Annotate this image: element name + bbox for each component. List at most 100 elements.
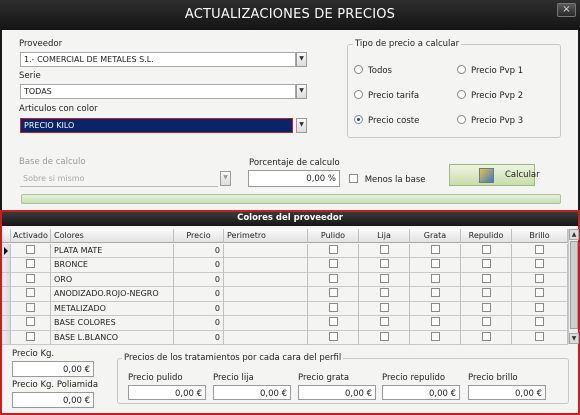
col-brillo-checkbox[interactable] <box>512 287 568 302</box>
row-selector[interactable] <box>2 330 11 345</box>
column-header[interactable]: Brillo <box>512 229 568 243</box>
col-pulido-checkbox[interactable] <box>308 287 359 302</box>
column-header[interactable]: Repulido <box>461 229 512 243</box>
radio-todos[interactable]: Todos <box>354 65 392 76</box>
col-brillo-checkbox[interactable] <box>512 258 568 273</box>
col-colores-cell[interactable]: BRONCE <box>51 258 174 273</box>
col-grata-checkbox[interactable] <box>410 301 461 316</box>
chevron-down-icon[interactable]: ▼ <box>296 52 307 67</box>
col-lija-checkbox[interactable] <box>359 287 410 302</box>
col-repulido-checkbox[interactable] <box>461 330 512 345</box>
scroll-thumb[interactable] <box>570 241 578 329</box>
row-selector[interactable] <box>2 301 11 316</box>
col-pulido-checkbox[interactable] <box>308 316 359 331</box>
col-colores-cell[interactable]: PLATA MATE <box>51 243 174 258</box>
col-repulido-checkbox[interactable] <box>461 243 512 258</box>
col-activado-checkbox[interactable] <box>11 316 51 331</box>
col-perimetro-cell[interactable] <box>224 243 308 258</box>
row-selector[interactable] <box>2 272 11 287</box>
col-precio-cell[interactable]: 0 <box>174 316 224 331</box>
column-header[interactable]: Lija <box>359 229 410 243</box>
col-perimetro-cell[interactable] <box>224 301 308 316</box>
scroll-up-icon[interactable]: ▲ <box>569 229 579 240</box>
porcentaje-input[interactable]: 0,00 % <box>248 170 340 187</box>
col-activado-checkbox[interactable] <box>11 287 51 302</box>
calcular-button[interactable]: Calcular <box>449 164 540 186</box>
col-activado-checkbox[interactable] <box>11 272 51 287</box>
col-brillo-checkbox[interactable] <box>512 330 568 345</box>
col-colores-cell[interactable]: ORO <box>51 272 174 287</box>
col-precio-cell[interactable]: 0 <box>174 287 224 302</box>
col-precio-cell[interactable]: 0 <box>174 330 224 345</box>
column-header[interactable]: Precio <box>174 229 224 243</box>
row-selector[interactable] <box>2 243 11 258</box>
col-repulido-checkbox[interactable] <box>461 301 512 316</box>
precio-repulido-input[interactable]: 0,00 € <box>382 385 460 400</box>
col-brillo-checkbox[interactable] <box>512 301 568 316</box>
col-pulido-checkbox[interactable] <box>308 258 359 273</box>
precio-pulido-input[interactable]: 0,00 € <box>128 385 206 400</box>
row-selector[interactable] <box>2 316 11 331</box>
col-grata-checkbox[interactable] <box>410 287 461 302</box>
column-header[interactable]: Pulido <box>308 229 359 243</box>
col-pulido-checkbox[interactable] <box>308 301 359 316</box>
col-brillo-checkbox[interactable] <box>512 272 568 287</box>
col-colores-cell[interactable]: ANODIZADO.ROJO-NEGRO <box>51 287 174 302</box>
col-brillo-checkbox[interactable] <box>512 316 568 331</box>
base-combo[interactable]: Sobre si mismo ▼ <box>20 171 231 187</box>
col-lija-checkbox[interactable] <box>359 258 410 273</box>
col-repulido-checkbox[interactable] <box>461 272 512 287</box>
col-grata-checkbox[interactable] <box>410 243 461 258</box>
precio-brillo-input[interactable]: 0,00 € <box>468 385 546 400</box>
col-colores-cell[interactable]: BASE COLORES <box>51 316 174 331</box>
chevron-down-icon[interactable]: ▼ <box>296 118 307 133</box>
column-header[interactable]: Perimetro <box>224 229 308 243</box>
col-brillo-checkbox[interactable] <box>512 243 568 258</box>
col-perimetro-cell[interactable] <box>224 258 308 273</box>
col-pulido-checkbox[interactable] <box>308 243 359 258</box>
radio-pvp1[interactable]: Precio Pvp 1 <box>457 65 523 76</box>
col-precio-cell[interactable]: 0 <box>174 272 224 287</box>
proveedor-combo[interactable]: 1.- COMERCIAL DE METALES S.L. ▼ <box>20 52 307 67</box>
precio-kg-input[interactable]: 0,00 € <box>12 361 94 377</box>
radio-pvp2[interactable]: Precio Pvp 2 <box>457 90 523 101</box>
col-lija-checkbox[interactable] <box>359 243 410 258</box>
col-grata-checkbox[interactable] <box>410 330 461 345</box>
menos-base-checkbox[interactable]: Menos la base <box>349 174 426 185</box>
vertical-scrollbar[interactable]: ▲ ▼ <box>568 229 579 344</box>
col-perimetro-cell[interactable] <box>224 316 308 331</box>
close-button[interactable]: × <box>557 3 576 17</box>
col-perimetro-cell[interactable] <box>224 272 308 287</box>
col-repulido-checkbox[interactable] <box>461 316 512 331</box>
column-header[interactable]: Colores <box>51 229 174 243</box>
col-pulido-checkbox[interactable] <box>308 330 359 345</box>
col-perimetro-cell[interactable] <box>224 330 308 345</box>
col-lija-checkbox[interactable] <box>359 330 410 345</box>
col-precio-cell[interactable]: 0 <box>174 243 224 258</box>
radio-coste[interactable]: Precio coste <box>354 115 419 126</box>
col-lija-checkbox[interactable] <box>359 316 410 331</box>
col-repulido-checkbox[interactable] <box>461 258 512 273</box>
precio-grata-input[interactable]: 0,00 € <box>298 385 376 400</box>
precio-lija-input[interactable]: 0,00 € <box>213 385 291 400</box>
row-selector[interactable] <box>2 258 11 273</box>
col-activado-checkbox[interactable] <box>11 243 51 258</box>
precio-kg-poliamida-input[interactable]: 0,00 € <box>12 392 94 408</box>
chevron-down-icon[interactable]: ▼ <box>296 84 307 99</box>
radio-pvp3[interactable]: Precio Pvp 3 <box>457 115 523 126</box>
col-pulido-checkbox[interactable] <box>308 272 359 287</box>
col-precio-cell[interactable]: 0 <box>174 301 224 316</box>
serie-combo[interactable]: TODAS ▼ <box>20 84 307 99</box>
radio-tarifa[interactable]: Precio tarifa <box>354 90 419 101</box>
col-grata-checkbox[interactable] <box>410 272 461 287</box>
column-header[interactable]: Grata <box>410 229 461 243</box>
articulos-combo[interactable]: PRECIO KILO ▼ <box>20 118 307 133</box>
col-activado-checkbox[interactable] <box>11 258 51 273</box>
col-colores-cell[interactable]: BASE L.BLANCO <box>51 330 174 345</box>
chevron-down-icon[interactable]: ▼ <box>220 171 231 186</box>
col-colores-cell[interactable]: METALIZADO <box>51 301 174 316</box>
row-selector[interactable] <box>2 287 11 302</box>
col-repulido-checkbox[interactable] <box>461 287 512 302</box>
scroll-down-icon[interactable]: ▼ <box>569 333 579 344</box>
col-activado-checkbox[interactable] <box>11 301 51 316</box>
